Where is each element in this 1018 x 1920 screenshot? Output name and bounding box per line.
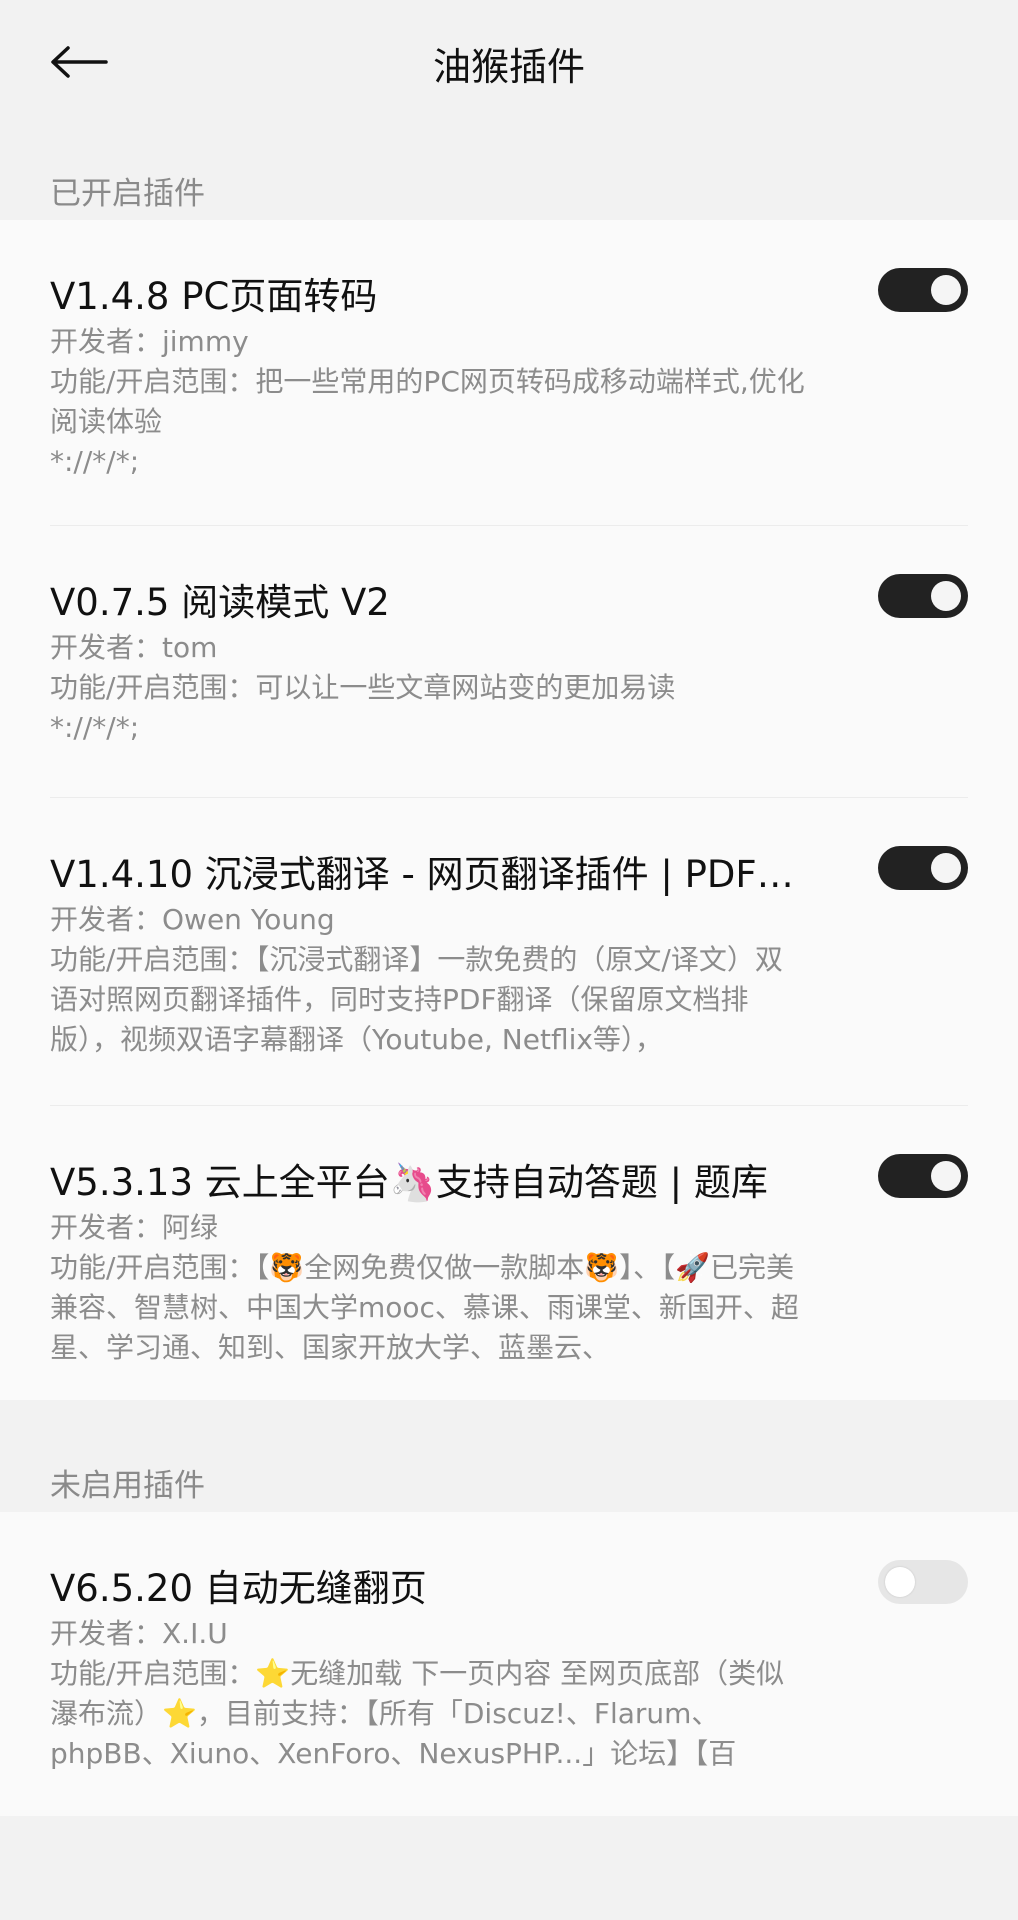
toggle-knob [931, 275, 961, 305]
plugin-toggle[interactable] [878, 1154, 968, 1198]
plugin-title: V6.5.20 自动无缝翻页 [50, 1567, 427, 1610]
toggle-knob [931, 1161, 961, 1191]
enabled-plugins-card: V1.4.8 PC页面转码 开发者：jimmy 功能/开启范围：把一些常用的PC… [0, 220, 1018, 1400]
plugin-description: 功能/开启范围：【🐯全网免费仅做一款脚本🐯】、【🚀已完美兼容、智慧树、中国大学m… [50, 1251, 799, 1364]
plugin-title: V0.7.5 阅读模式 V2 [50, 581, 390, 624]
section-label-disabled: 未启用插件 [50, 1468, 205, 1504]
plugin-title: V1.4.10 沉浸式翻译 - 网页翻译插件 | PDF翻译 [50, 853, 810, 896]
plugin-developer: 开发者：Owen Young [50, 903, 335, 936]
toggle-knob [931, 581, 961, 611]
plugin-item[interactable]: V5.3.13 云上全平台🦄支持自动答题 | 题库 开发者：阿绿 功能/开启范围… [0, 1106, 1018, 1400]
plugin-item[interactable]: V6.5.20 自动无缝翻页 开发者：X.I.U 功能/开启范围：⭐无缝加载 下… [0, 1512, 1018, 1816]
plugin-developer: 开发者：阿绿 [50, 1211, 219, 1244]
plugin-item[interactable]: V0.7.5 阅读模式 V2 开发者：tom 功能/开启范围：可以让一些文章网站… [0, 526, 1018, 796]
page-title: 油猴插件 [432, 45, 585, 89]
plugin-item[interactable]: V1.4.8 PC页面转码 开发者：jimmy 功能/开启范围：把一些常用的PC… [0, 220, 1018, 520]
plugin-scope: *://*/*; [50, 445, 140, 478]
plugin-toggle[interactable] [878, 574, 968, 618]
toggle-knob [885, 1567, 915, 1597]
plugin-description: 功能/开启范围：⭐无缝加载 下一页内容 至网页底部（类似瀑布流）⭐，目前支持：【… [50, 1657, 785, 1770]
plugin-description: 功能/开启范围：可以让一些文章网站变的更加易读 [50, 671, 676, 704]
disabled-plugins-card: V6.5.20 自动无缝翻页 开发者：X.I.U 功能/开启范围：⭐无缝加载 下… [0, 1512, 1018, 1816]
plugin-toggle[interactable] [878, 1560, 968, 1604]
plugin-developer: 开发者：jimmy [50, 325, 249, 358]
plugin-item[interactable]: V1.4.10 沉浸式翻译 - 网页翻译插件 | PDF翻译 开发者：Owen … [0, 798, 1018, 1104]
section-label-enabled: 已开启插件 [50, 176, 205, 212]
plugin-developer: 开发者：X.I.U [50, 1617, 228, 1650]
top-bar: 油猴插件 [0, 0, 1018, 116]
plugin-toggle[interactable] [878, 846, 968, 890]
plugin-toggle[interactable] [878, 268, 968, 312]
plugin-scope: *://*/*; [50, 711, 140, 744]
toggle-knob [931, 853, 961, 883]
plugin-title: V1.4.8 PC页面转码 [50, 275, 378, 318]
plugin-description: 功能/开启范围：【沉浸式翻译】一款免费的（原文/译文）双语对照网页翻译插件，同时… [50, 943, 783, 1056]
plugin-title: V5.3.13 云上全平台🦄支持自动答题 | 题库 [50, 1161, 768, 1204]
plugin-description: 功能/开启范围：把一些常用的PC网页转码成移动端样式,优化阅读体验 [50, 365, 805, 438]
plugin-developer: 开发者：tom [50, 631, 218, 664]
